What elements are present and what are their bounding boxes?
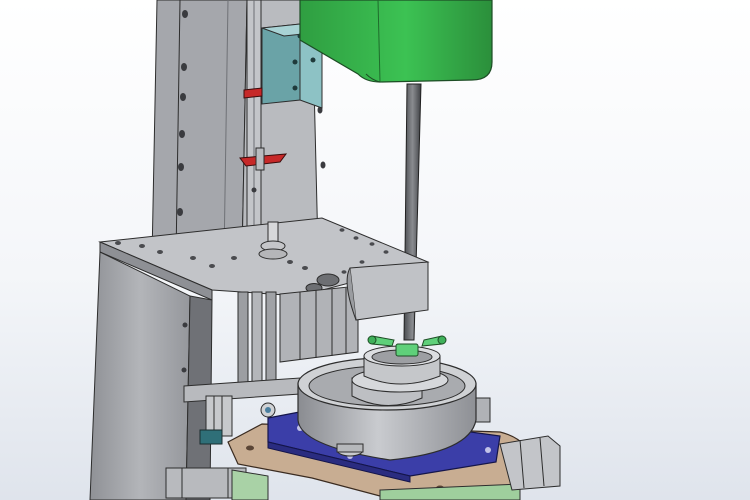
servo-motor[interactable] <box>299 0 493 83</box>
machine-assembly-3d-model <box>89 0 561 500</box>
bowl-assembly[interactable] <box>297 345 477 461</box>
limit-stop-upper[interactable] <box>243 87 263 99</box>
frame-right-panel[interactable] <box>346 261 429 321</box>
linear-guide-rail[interactable] <box>246 0 262 261</box>
cad-viewport[interactable] <box>0 0 750 500</box>
pneumatic-cylinder[interactable] <box>279 285 359 363</box>
inner-guide-rods[interactable] <box>237 291 277 393</box>
